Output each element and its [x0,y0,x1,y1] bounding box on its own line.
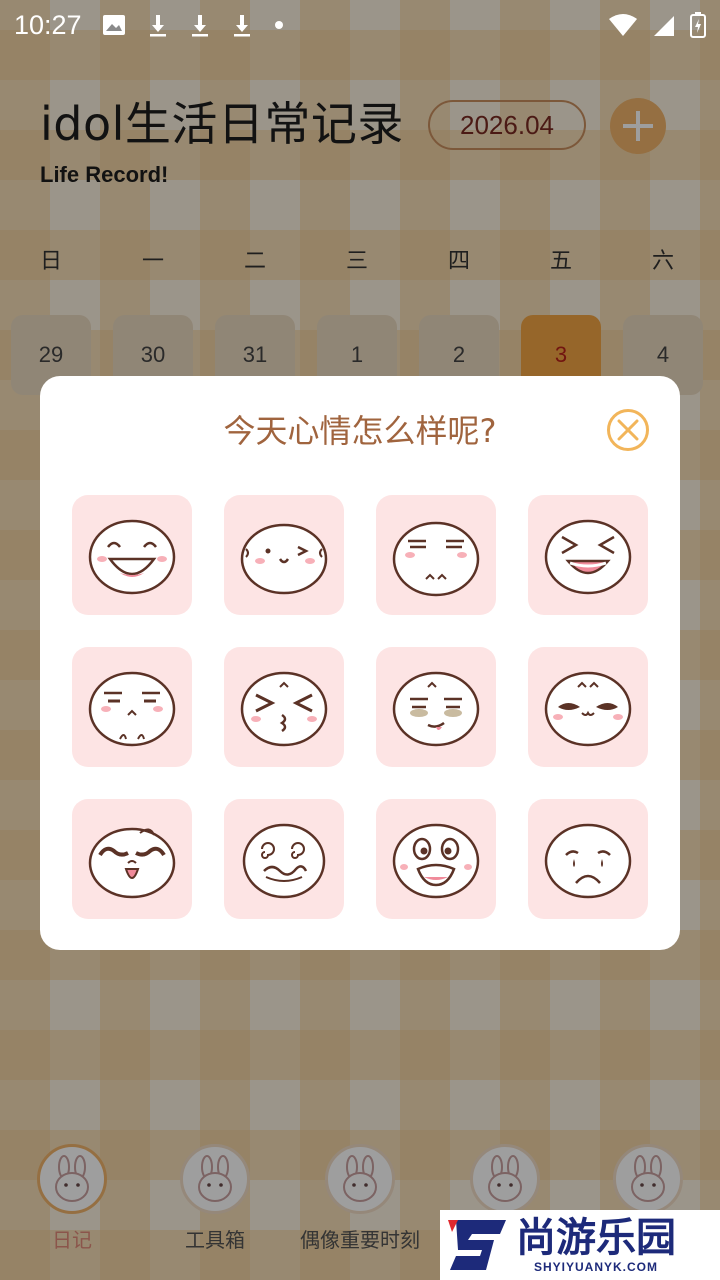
dialog-title: 今天心情怎么样呢? [223,412,497,450]
mood-option[interactable] [376,495,496,615]
mood-option[interactable] [528,647,648,767]
download-icon [233,15,250,37]
watermark-logo [448,1220,506,1270]
mood-option[interactable] [72,799,192,919]
download-icon [191,15,208,37]
mood-option[interactable] [376,647,496,767]
dot-icon [274,21,283,29]
watermark-text: 尚游乐园 [516,1215,676,1261]
mood-option[interactable] [224,495,344,615]
close-circle-icon[interactable] [606,408,650,452]
watermark-subtext: SHYIYUANYK.COM [533,1260,658,1274]
mood-option[interactable] [528,495,648,615]
mood-dialog: 今天心情怎么样呢? [40,376,680,950]
crying-face-icon [544,823,632,899]
image-icon [102,15,125,35]
wifi-icon [609,14,637,36]
winking-face-icon [240,523,328,595]
mood-option[interactable] [72,495,192,615]
tired-face-icon [392,671,480,747]
signal-icon [654,16,674,36]
mood-option[interactable] [224,647,344,767]
mood-option[interactable] [528,799,648,919]
laughing-face-icon [88,519,176,595]
status-time: 10:27 [14,9,82,40]
status-bar: 10:27 [0,0,720,50]
battery-icon [690,12,706,38]
side-eye-face-icon [88,671,176,747]
dizzy-face-icon [242,823,326,899]
mood-option[interactable] [72,647,192,767]
download-icon [149,15,166,37]
mood-option[interactable] [376,799,496,919]
mustache-face-icon [88,827,176,899]
sunglasses-face-icon [544,671,632,747]
kissing-face-icon [240,671,328,747]
squinting-grin-face-icon [544,519,632,595]
smug-face-icon [392,521,480,597]
shocked-face-icon [392,823,480,899]
mood-grid [72,495,648,919]
mood-option[interactable] [224,799,344,919]
watermark: 尚游乐园 SHYIYUANYK.COM [440,1210,720,1280]
